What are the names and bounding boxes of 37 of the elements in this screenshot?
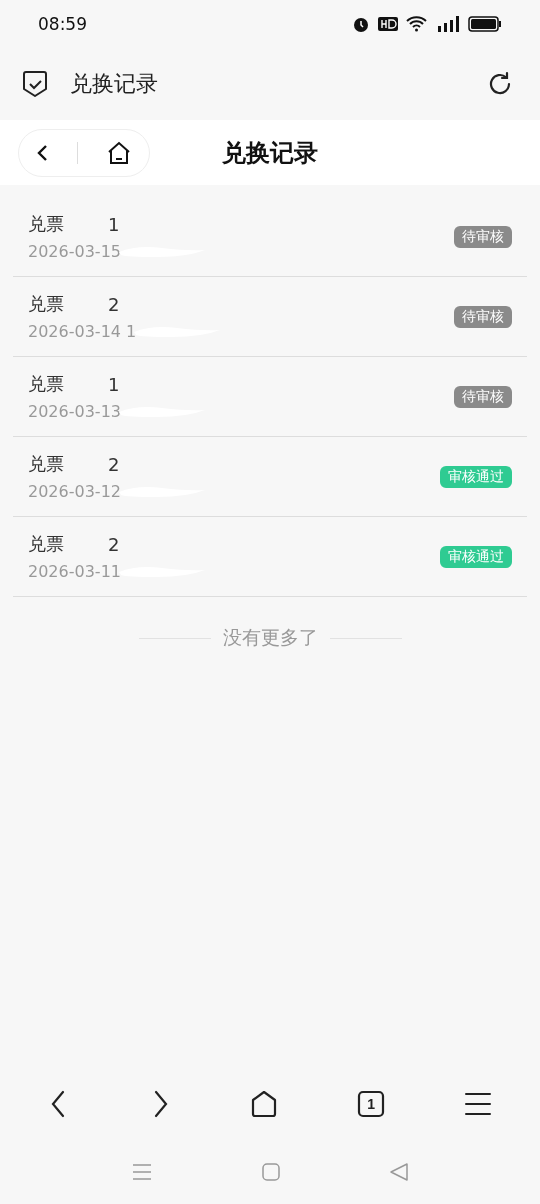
record-quantity: 2: [108, 453, 120, 475]
record-row[interactable]: 兑票 2 2026-03-11 审核通过: [13, 517, 527, 597]
status-tag: 待审核: [454, 225, 512, 248]
record-row[interactable]: 兑票 1 2026-03-13 待审核: [13, 357, 527, 437]
wifi-icon: [406, 16, 428, 32]
app-bar-title: 兑换记录: [70, 70, 159, 98]
record-name: 兑票: [28, 532, 65, 556]
signal-icon: [436, 15, 460, 33]
hd-icon: [378, 17, 398, 31]
record-row[interactable]: 兑票 2 2026-03-12 审核通过: [13, 437, 527, 517]
record-row[interactable]: 兑票 1 2026-03-15 待审核: [13, 197, 527, 277]
record-date: 2026-03-12: [28, 482, 121, 501]
status-tag: 待审核: [454, 385, 512, 408]
status-tag: 审核通过: [440, 465, 512, 488]
record-quantity: 1: [108, 373, 120, 395]
menu-icon: [131, 1162, 153, 1182]
record-name: 兑票: [28, 372, 65, 396]
record-date: 2026-03-15: [28, 242, 121, 261]
record-date: 2026-03-13: [28, 402, 121, 421]
record-date: 2026-03-11: [28, 562, 121, 581]
alarm-icon: [352, 15, 370, 33]
record-date: 2026-03-14 1: [28, 322, 137, 341]
status-tag: 审核通过: [440, 545, 512, 568]
record-name: 兑票: [28, 452, 65, 476]
record-name: 兑票: [28, 212, 65, 236]
record-quantity: 1: [108, 213, 120, 235]
record-name: 兑票: [28, 292, 65, 316]
status-tag: 待审核: [454, 305, 512, 328]
no-more-text: 没有更多了: [222, 625, 318, 650]
shield-check-icon: [22, 70, 48, 98]
page-title: 兑换记录: [222, 137, 318, 169]
chevron-left-icon: [35, 142, 50, 163]
status-time: 08:59: [38, 14, 87, 34]
record-quantity: 2: [108, 533, 120, 555]
record-row[interactable]: 兑票 2 2026-03-14 1 待审核: [13, 277, 527, 357]
record-quantity: 2: [108, 293, 120, 315]
battery-icon: [468, 16, 502, 32]
